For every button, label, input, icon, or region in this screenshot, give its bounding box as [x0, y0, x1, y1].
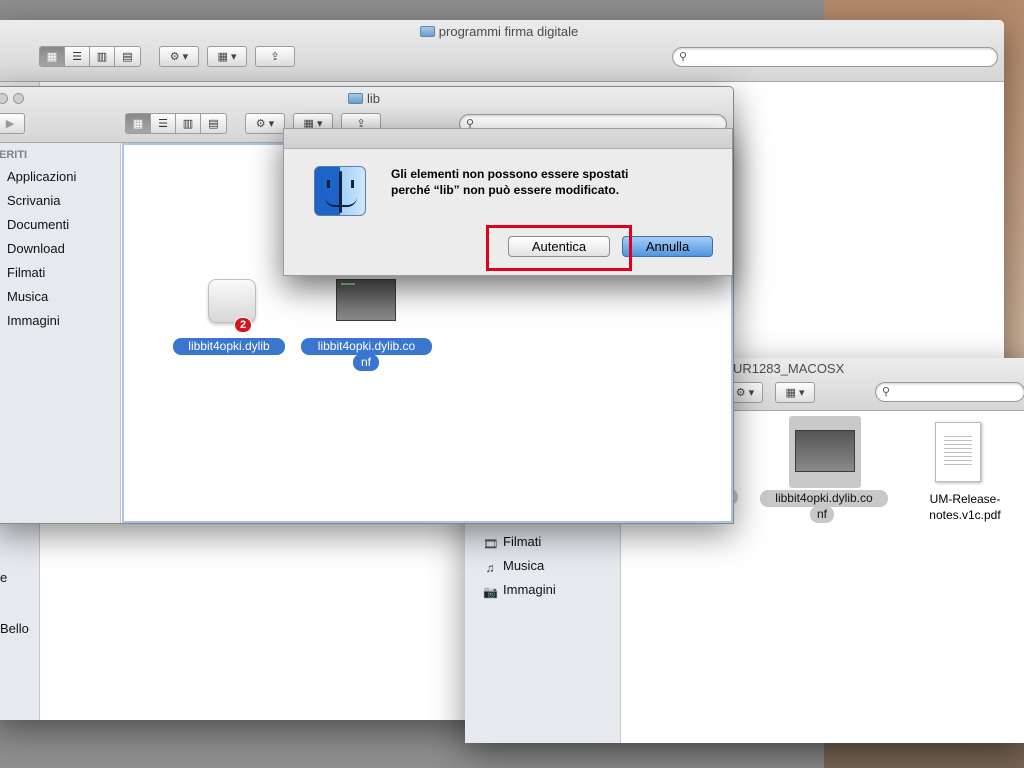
folder-icon [419, 26, 435, 37]
sidebar-item-fragment[interactable]: e [0, 570, 7, 585]
film-icon: 🎞 [483, 537, 499, 551]
pdf-text-lines [944, 433, 972, 467]
window-title: UR1283_MACOSX [733, 361, 845, 376]
file-label-conf-line2[interactable]: nf [353, 354, 379, 371]
arrange-menu-button[interactable]: ▦ ▾ [207, 46, 247, 67]
music-icon: ♫ [485, 561, 495, 575]
sidebar-item-scrivania[interactable]: Scrivania [7, 193, 60, 208]
coverflow-view-icon[interactable]: ▤ [115, 47, 140, 66]
sidebar-item-filmati[interactable]: Filmati [7, 265, 45, 280]
search-icon: ⚲ [882, 386, 891, 398]
sidebar-item-immagini[interactable]: Immagini [7, 313, 60, 328]
terminal-document-icon [795, 430, 855, 472]
sidebar-item-fragment[interactable]: Bello [0, 621, 29, 636]
search-field[interactable]: ⚲ [875, 382, 1024, 402]
icon-view-icon[interactable]: ▦ [40, 47, 65, 66]
view-mode-control[interactable]: ▦ ☰ ▥ ▤ [39, 46, 141, 67]
file-label-pdf[interactable]: UM-Release- notes.v1c.pdf [905, 491, 1024, 523]
sidebar-item-documenti[interactable]: Documenti [7, 217, 69, 232]
view-mode-control[interactable]: ▦ ☰ ▥ ▤ [125, 113, 227, 134]
action-menu-button[interactable]: ⚙ ▾ [245, 113, 285, 134]
column-view-icon[interactable]: ▥ [176, 114, 201, 133]
file-label-conf[interactable]: libbit4opki.dylib.co [301, 338, 432, 355]
sidebar-item-immagini[interactable]: 📷 Immagini [483, 582, 556, 599]
dialog-header-bar [284, 129, 732, 149]
file-label[interactable]: libbit4opki.dylib.co [760, 490, 888, 507]
column-view-icon[interactable]: ▥ [90, 47, 115, 66]
file-label-line2[interactable]: nf [810, 506, 834, 523]
window-title: programmi firma digitale [0, 24, 1004, 39]
search-field[interactable]: ⚲ [672, 47, 998, 67]
window-title-text: lib [366, 91, 380, 106]
arrange-menu-button[interactable]: ▦ ▾ [775, 382, 815, 403]
list-view-icon[interactable]: ☰ [151, 114, 176, 133]
icon-view-icon[interactable]: ▦ [126, 114, 151, 133]
finder-eye-left [327, 180, 330, 188]
search-icon: ⚲ [679, 51, 688, 63]
finder-smile [325, 197, 357, 207]
window-titlebar[interactable]: programmi firma digitale ▦ ☰ ▥ ▤ ⚙ ▾ ▦ ▾… [0, 20, 1004, 82]
dylib-file-icon[interactable]: 2 [204, 273, 260, 333]
highlight-annotation-box [486, 225, 632, 271]
pdf-document-icon[interactable] [935, 422, 981, 482]
sidebar-item-musica[interactable]: Musica [7, 289, 48, 304]
terminal-prompt-icon [341, 283, 355, 285]
sidebar-item-filmati[interactable]: 🎞 Filmati [483, 534, 541, 551]
file-icon-selected[interactable] [789, 416, 861, 488]
file-label-dylib[interactable]: libbit4opki.dylib [173, 338, 285, 355]
folder-icon [347, 93, 363, 104]
list-view-icon[interactable]: ☰ [65, 47, 90, 66]
camera-icon: 📷 [483, 585, 498, 599]
back-button[interactable]: ▶ [0, 113, 25, 134]
sidebar-item-download[interactable]: Download [7, 241, 65, 256]
sidebar-item-applicazioni[interactable]: Applicazioni [7, 169, 76, 184]
coverflow-view-icon[interactable]: ▤ [201, 114, 226, 133]
sidebar-item-musica[interactable]: ♫ Musica [483, 558, 545, 575]
share-button[interactable]: ⇪ [255, 46, 295, 67]
cancel-button[interactable]: Annulla [622, 236, 713, 257]
action-menu-button[interactable]: ⚙ ▾ [159, 46, 199, 67]
window-title-text: programmi firma digitale [438, 24, 579, 39]
alert-message: Gli elementi non possono essere spostati… [391, 167, 629, 197]
sidebar: ERITI Applicazioni Scrivania Documenti D… [0, 143, 121, 523]
library-block-icon [208, 279, 256, 323]
window-title: lib [0, 91, 733, 106]
finder-icon [314, 166, 366, 216]
conf-file-icon[interactable] [336, 279, 396, 321]
finder-eye-right [351, 180, 354, 188]
sidebar-heading-favorites: ERITI [0, 149, 28, 161]
badge-icon: 2 [234, 317, 252, 333]
